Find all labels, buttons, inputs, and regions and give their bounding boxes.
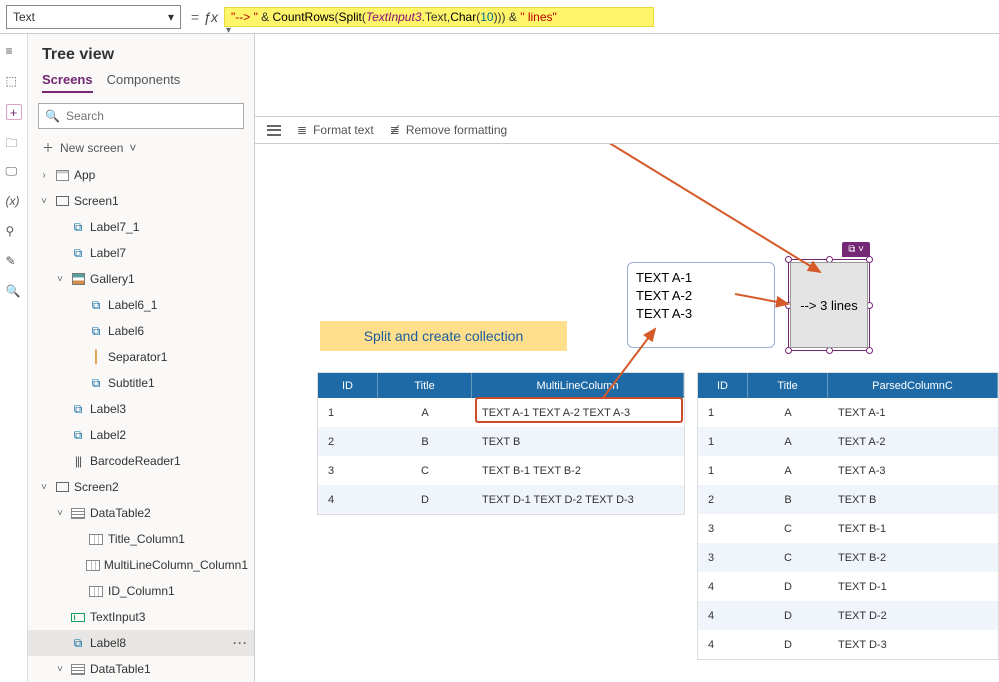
chevron-down-icon: ˅ — [129, 141, 136, 155]
textbox-line: TEXT A-2 — [636, 287, 766, 305]
tree-view-icon[interactable]: ⬚ — [6, 74, 22, 90]
tree-item[interactable]: ⧉Label6 — [28, 318, 254, 344]
table-header: IDTitleMultiLineColumn — [318, 373, 684, 398]
tree-view-title: Tree view — [28, 34, 254, 66]
property-dropdown-value: Text — [13, 10, 35, 24]
formula-input[interactable]: "--> " & CountRows(Split(TextInput3.Text… — [224, 7, 654, 27]
canvas-area: Split and create collection TEXT A-1 TEX… — [255, 144, 999, 682]
format-bar: ≣Format text ≣̸Remove formatting — [255, 116, 999, 144]
table-row[interactable]: 3CTEXT B-1 TEXT B-2 — [318, 456, 684, 485]
fx-icon[interactable]: ƒx — [203, 9, 218, 25]
more-icon[interactable]: ··· — [233, 636, 248, 650]
tree-item[interactable]: ⧉Subtitle1 — [28, 370, 254, 396]
tree-tabs: Screens Components — [28, 66, 254, 93]
label8-on-canvas[interactable]: --> 3 lines — [790, 262, 868, 348]
property-dropdown[interactable]: Text ▾ — [6, 5, 181, 29]
remove-formatting-icon: ≣̸ — [390, 123, 400, 137]
advanced-tools-icon-2[interactable]: ✎ — [6, 254, 22, 270]
table-row[interactable]: 3CTEXT B-2 — [698, 543, 998, 572]
tree-item[interactable]: |||BarcodeReader1 — [28, 448, 254, 474]
table-row[interactable]: 4DTEXT D-1 TEXT D-2 TEXT D-3 — [318, 485, 684, 514]
tree-item[interactable]: ID_Column1 — [28, 578, 254, 604]
chevron-down-icon: ▾ — [168, 10, 174, 24]
tree-search[interactable]: 🔍 — [38, 103, 244, 129]
tree-item-screen2[interactable]: ˅Screen2 — [28, 474, 254, 500]
highlight-box — [475, 397, 683, 423]
plus-icon: ＋ — [42, 139, 54, 156]
selection-badge[interactable]: ⧉ ˅ — [842, 242, 870, 257]
media-icon[interactable]: 🖵 — [6, 164, 22, 180]
new-screen-button[interactable]: ＋ New screen ˅ — [28, 133, 254, 162]
data-table-right[interactable]: IDTitleParsedColumnC 1ATEXT A-1 1ATEXT A… — [697, 372, 999, 660]
search-icon[interactable]: 🔍 — [6, 284, 22, 300]
textbox-line: TEXT A-1 — [636, 269, 766, 287]
tree-view-panel: Tree view Screens Components 🔍 ＋ New scr… — [28, 34, 255, 682]
advanced-tools-icon[interactable]: ⚲ — [6, 224, 22, 240]
equals-sign: = — [191, 9, 199, 25]
text-input-3[interactable]: TEXT A-1 TEXT A-2 TEXT A-3 — [627, 262, 775, 348]
tree-item-label8[interactable]: ⧉Label8··· — [28, 630, 254, 656]
tree-item-datatable1[interactable]: ˅DataTable1 — [28, 656, 254, 682]
remove-formatting-button[interactable]: ≣̸Remove formatting — [390, 123, 507, 137]
tree-item-app[interactable]: ›App — [28, 162, 254, 188]
tree-item-textinput3[interactable]: TextInput3 — [28, 604, 254, 630]
table-row[interactable]: 1ATEXT A-3 — [698, 456, 998, 485]
tree-item[interactable]: ⧉Label3 — [28, 396, 254, 422]
table-row[interactable]: 4DTEXT D-3 — [698, 630, 998, 659]
data-table-left[interactable]: IDTitleMultiLineColumn 1ATEXT A-1 TEXT A… — [317, 372, 685, 515]
table-row[interactable]: 4DTEXT D-2 — [698, 601, 998, 630]
tree-item[interactable]: ⎮Separator1 — [28, 344, 254, 370]
variables-icon[interactable]: (x) — [6, 194, 22, 210]
format-text-icon: ≣ — [297, 123, 307, 137]
split-create-collection-button[interactable]: Split and create collection — [320, 321, 567, 351]
tab-screens[interactable]: Screens — [42, 72, 93, 93]
table-row[interactable]: 1ATEXT A-1 — [698, 398, 998, 427]
tree-item[interactable]: ⧉Label7_1 — [28, 214, 254, 240]
tree-search-input[interactable] — [66, 109, 237, 123]
textbox-line: TEXT A-3 — [636, 305, 766, 323]
table-row[interactable]: 2BTEXT B — [318, 427, 684, 456]
formula-bar-row: Text ▾ = ƒx "--> " & CountRows(Split(Tex… — [0, 0, 999, 34]
search-icon: 🔍 — [45, 109, 60, 123]
table-header: IDTitleParsedColumnC — [698, 373, 998, 398]
left-icon-rail: ≡ ⬚ + 🗀 🖵 (x) ⚲ ✎ 🔍 — [0, 34, 28, 682]
data-icon[interactable]: 🗀 — [6, 134, 22, 150]
tree-list: ›App ˅Screen1 ⧉Label7_1 ⧉Label7 ˅Gallery… — [28, 162, 254, 682]
table-row[interactable]: 4DTEXT D-1 — [698, 572, 998, 601]
tree-item-gallery1[interactable]: ˅Gallery1 — [28, 266, 254, 292]
table-row[interactable]: 2BTEXT B — [698, 485, 998, 514]
tree-item[interactable]: Title_Column1 — [28, 526, 254, 552]
table-row[interactable]: 3CTEXT B-1 — [698, 514, 998, 543]
insert-icon[interactable]: + — [6, 104, 22, 120]
tree-item[interactable]: ⧉Label6_1 — [28, 292, 254, 318]
tree-item-screen1[interactable]: ˅Screen1 — [28, 188, 254, 214]
hamburger-icon[interactable] — [267, 125, 281, 136]
hamburger-icon[interactable]: ≡ — [6, 44, 22, 60]
format-text-button[interactable]: ≣Format text — [297, 123, 374, 137]
tree-item[interactable]: MultiLineColumn_Column1 — [28, 552, 254, 578]
table-row[interactable]: 1ATEXT A-2 — [698, 427, 998, 456]
tree-item-datatable2[interactable]: ˅DataTable2 — [28, 500, 254, 526]
tab-components[interactable]: Components — [107, 72, 181, 93]
tree-item[interactable]: ⧉Label7 — [28, 240, 254, 266]
tree-item[interactable]: ⧉Label2 — [28, 422, 254, 448]
